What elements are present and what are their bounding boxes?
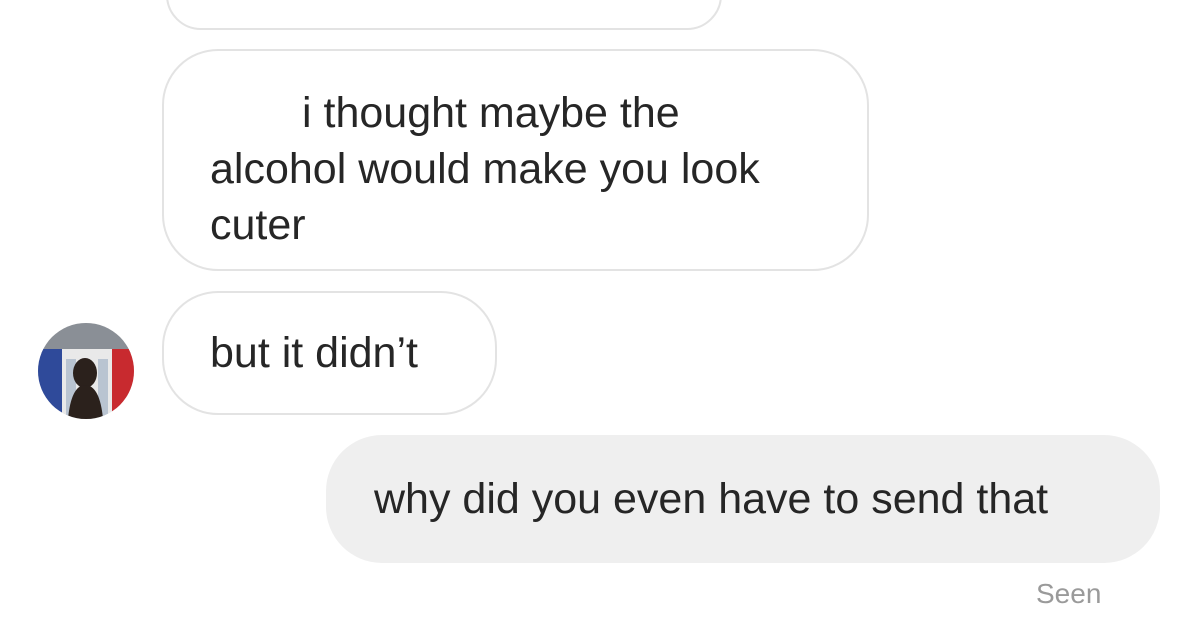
message-thread: i thought maybe the alcohol would make y… xyxy=(0,0,1200,630)
profile-photo-avatar-icon xyxy=(38,323,134,419)
message-line: i thought maybe the xyxy=(302,89,680,137)
incoming-message-bubble[interactable]: but it didn’t xyxy=(162,291,497,415)
message-line: alcohol would make you look xyxy=(210,145,760,193)
seen-status: Seen xyxy=(1036,578,1102,609)
message-text: but it didn’t xyxy=(210,329,418,377)
message-text: why did you even have to send that xyxy=(374,475,1049,523)
outgoing-message-bubble[interactable]: why did you even have to send that xyxy=(326,435,1160,563)
message-line: cuter xyxy=(210,201,306,249)
incoming-message-bubble[interactable]: i thought maybe the alcohol would make y… xyxy=(162,49,869,271)
message-bubble-partial[interactable] xyxy=(166,0,722,30)
sender-avatar[interactable] xyxy=(38,323,134,419)
